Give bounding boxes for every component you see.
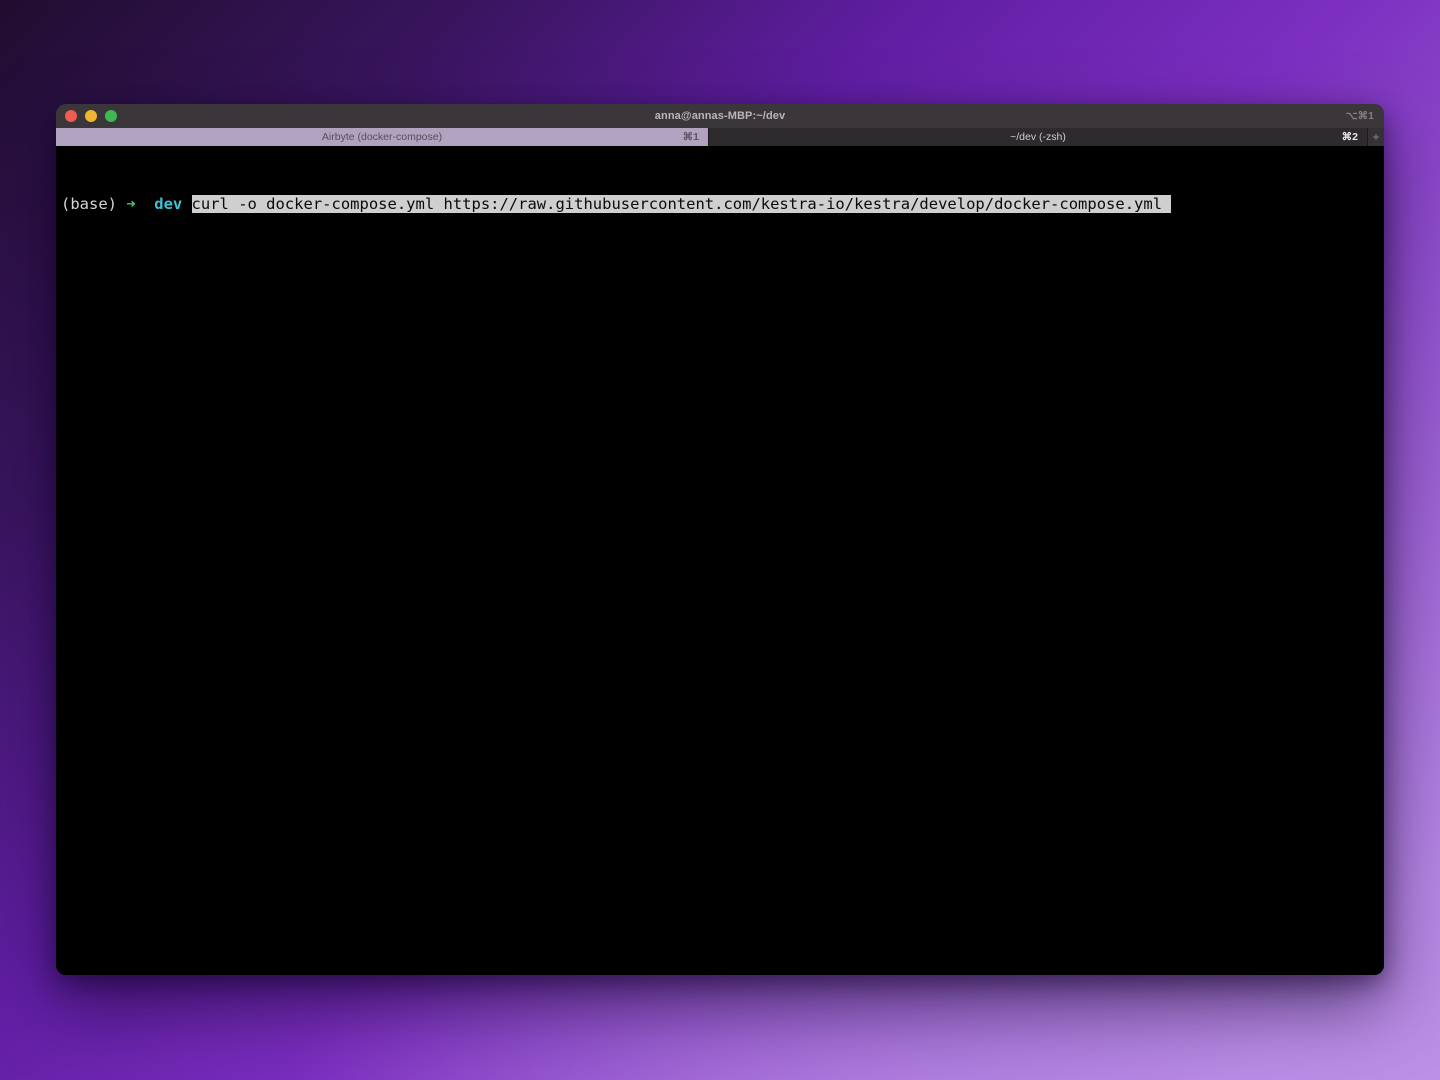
zoom-button[interactable] (105, 110, 117, 122)
prompt-line: (base) ➜ dev curl -o docker-compose.yml htt… (61, 193, 1380, 215)
tab-shortcut-hint: ⌘1 (683, 131, 699, 143)
traffic-lights (65, 104, 117, 128)
conda-env-label: (base) (61, 195, 117, 213)
minimize-button[interactable] (85, 110, 97, 122)
current-directory-label: dev (154, 195, 182, 213)
close-button[interactable] (65, 110, 77, 122)
terminal-window: anna@annas-MBP:~/dev ⌥⌘1 Airbyte (docker… (56, 104, 1384, 975)
tab-shortcut-hint: ⌘2 (1342, 131, 1358, 143)
tab-label: Airbyte (docker-compose) (322, 131, 442, 143)
tab-dev-zsh[interactable]: ~/dev (-zsh) ⌘2 (708, 128, 1367, 146)
window-title: anna@annas-MBP:~/dev (655, 110, 785, 122)
terminal-content-area[interactable]: (base) ➜ dev curl -o docker-compose.yml htt… (56, 146, 1384, 975)
window-titlebar[interactable]: anna@annas-MBP:~/dev ⌥⌘1 (56, 104, 1384, 128)
new-tab-button[interactable]: + (1367, 128, 1384, 146)
plus-icon: + (1372, 131, 1379, 143)
prompt-arrow-icon: ➜ (126, 195, 135, 213)
window-shortcut-hint: ⌥⌘1 (1346, 110, 1374, 122)
highlighted-command-text[interactable]: curl -o docker-compose.yml https://raw.g… (192, 195, 1172, 213)
tab-airbyte-docker-compose[interactable]: Airbyte (docker-compose) ⌘1 (56, 128, 708, 146)
tab-label: ~/dev (-zsh) (1010, 131, 1066, 143)
desktop-background: anna@annas-MBP:~/dev ⌥⌘1 Airbyte (docker… (0, 0, 1440, 1080)
tab-bar: Airbyte (docker-compose) ⌘1 ~/dev (-zsh)… (56, 128, 1384, 146)
